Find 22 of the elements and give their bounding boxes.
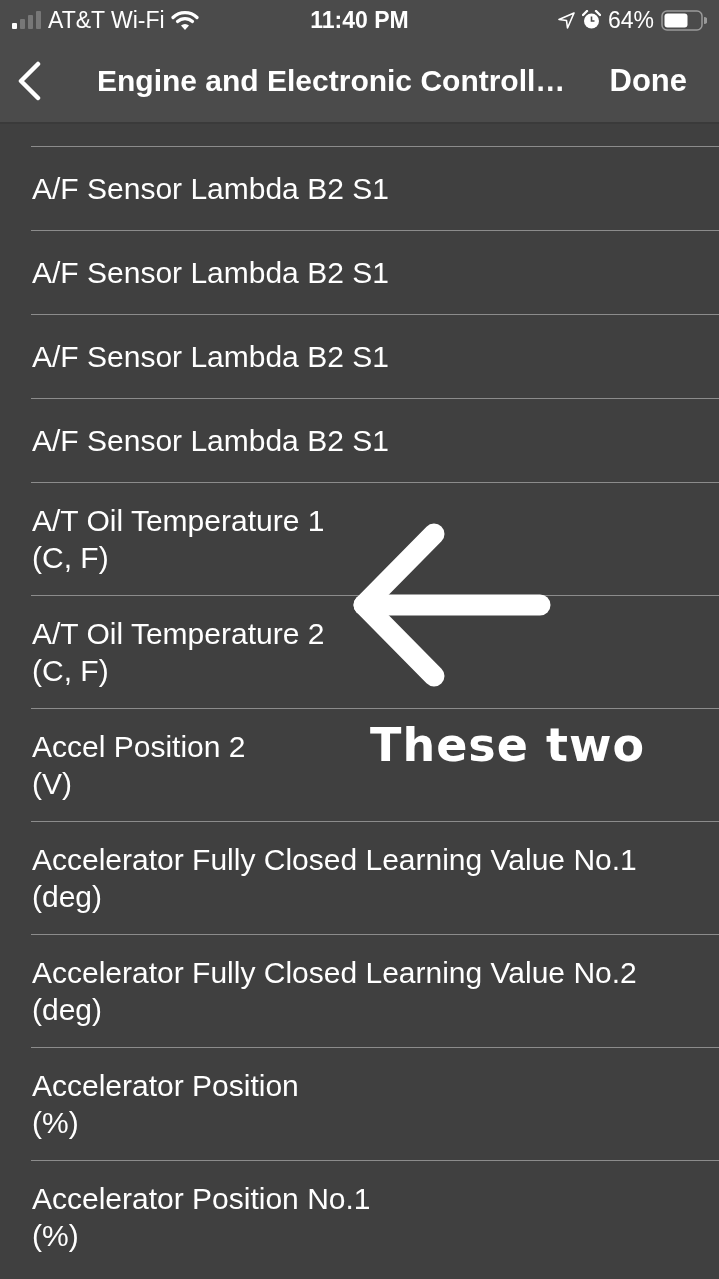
wifi-icon [170, 10, 199, 30]
parameter-row[interactable]: A/F Sensor Lambda B2 S1 [31, 314, 719, 398]
screen-title: Engine and Electronic Controll… [97, 64, 566, 98]
parameter-row[interactable]: A/T Oil Temperature 1 (C, F) [31, 482, 719, 595]
signal-bars-icon [12, 11, 42, 29]
location-arrow-icon [557, 11, 575, 29]
done-button[interactable]: Done [609, 63, 687, 99]
parameter-row[interactable]: Accelerator Fully Closed Learning Value No.1 (deg) [31, 821, 719, 934]
battery-icon [661, 9, 707, 31]
parameter-row[interactable]: Accelerator Fully Closed Learning Value No.2 (deg) [31, 934, 719, 1047]
battery-percentage: 64% [607, 6, 654, 34]
parameter-row[interactable]: A/F Sensor Lambda B2 S1 [31, 398, 719, 482]
annotation-text: These two [370, 717, 645, 774]
parameter-row[interactable]: A/F Sensor Lambda B2 S1 [31, 146, 719, 230]
back-chevron-icon[interactable] [16, 61, 42, 101]
clock-time: 11:40 PM [310, 6, 409, 34]
alarm-clock-icon [581, 10, 601, 30]
carrier-label: AT&T Wi-Fi [48, 6, 165, 34]
parameter-row[interactable]: Accelerator Position (%) [31, 1047, 719, 1160]
parameter-row[interactable]: A/F Sensor Lambda B2 S1 [31, 230, 719, 314]
parameter-row[interactable]: Accelerator Position No.1 (%) [31, 1160, 719, 1273]
parameter-row[interactable]: A/T Oil Temperature 2 (C, F) [31, 595, 719, 708]
